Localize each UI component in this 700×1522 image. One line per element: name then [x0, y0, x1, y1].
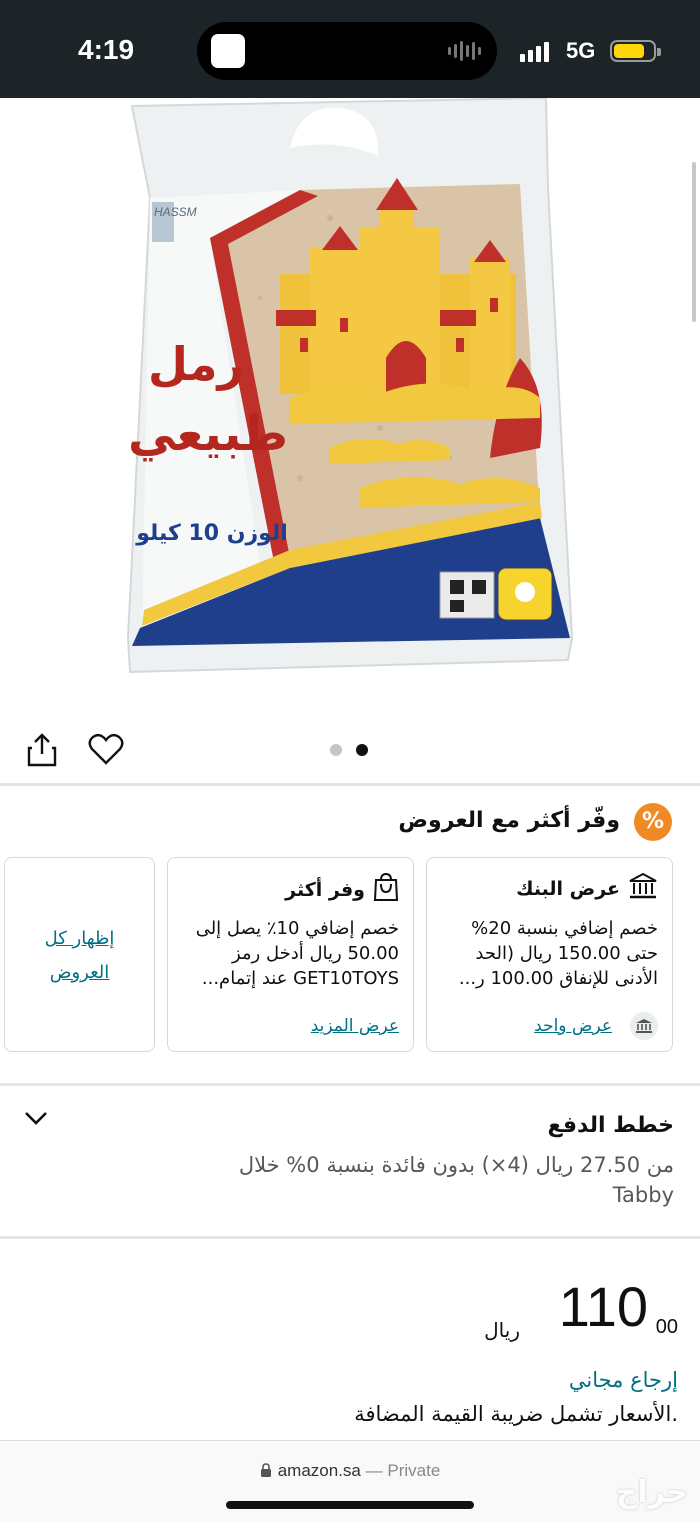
- shopping-bag-icon: [373, 872, 399, 907]
- product-title-line1: رمل: [148, 337, 244, 391]
- browsing-mode: Private: [387, 1461, 441, 1480]
- bank-offer-link[interactable]: عرض واحد: [534, 1016, 612, 1036]
- battery-icon: [610, 40, 661, 62]
- browser-address-bar[interactable]: amazon.sa — Private حراج: [0, 1440, 700, 1522]
- lock-icon: [260, 1463, 272, 1483]
- all-offers-card[interactable]: إظهار كل العروض: [4, 857, 155, 1052]
- bank-offer-text: خصم إضافي بنسبة 20% حتى 150.00 ريال (الح…: [458, 918, 658, 989]
- scroll-indicator: [692, 162, 696, 322]
- divider: [0, 1236, 700, 1239]
- product-image[interactable]: HASSM رمل طبيعي الوزن 10 كيلو: [0, 96, 700, 718]
- payment-plans-title[interactable]: خطط الدفع: [548, 1113, 674, 1138]
- battery-level: [614, 44, 644, 58]
- bank-small-icon: [630, 1012, 658, 1040]
- price-currency: ريال: [484, 1318, 520, 1342]
- url-row[interactable]: amazon.sa — Private: [0, 1461, 700, 1483]
- save-more-title: وفر أكثر: [285, 878, 365, 901]
- bank-offer-title: عرض البنك: [516, 877, 620, 900]
- divider: [0, 1083, 700, 1086]
- url-domain: amazon.sa: [277, 1461, 361, 1480]
- price-fraction: 00: [655, 1316, 678, 1338]
- offers-title: وفّر أكثر مع العروض: [398, 808, 620, 833]
- divider: [0, 783, 700, 786]
- product-weight-label: الوزن 10 كيلو: [135, 521, 288, 546]
- offers-percent-icon: %: [634, 803, 672, 841]
- signal-icon: [520, 40, 549, 62]
- dynamic-island: [197, 22, 497, 80]
- home-indicator[interactable]: [226, 1501, 474, 1509]
- free-return-link[interactable]: إرجاع مجاني: [569, 1368, 678, 1392]
- image-actions: [0, 718, 700, 782]
- price-whole: 110: [558, 1275, 648, 1338]
- price: 00 110 ريال: [378, 1270, 678, 1370]
- gallery-dot-active[interactable]: [356, 744, 368, 756]
- product-brand: HASSM: [154, 205, 197, 219]
- watermark: حراج: [615, 1475, 688, 1510]
- product-title-line2: طبيعي: [128, 406, 288, 462]
- save-more-text: خصم إضافي 10٪ يصل إلى 50.00 ريال أدخل رم…: [195, 918, 399, 989]
- gallery-dots: [330, 744, 368, 756]
- heart-icon[interactable]: [88, 732, 124, 770]
- payment-plans-description: من 27.50 ريال (4×) بدون فائدة بنسبة 0% خ…: [238, 1153, 674, 1207]
- vat-note: .الأسعار تشمل ضريبة القيمة المضافة: [354, 1402, 678, 1426]
- show-all-offers-link[interactable]: إظهار كل العروض: [25, 922, 134, 990]
- save-more-link[interactable]: عرض المزيد: [311, 1016, 399, 1036]
- share-icon[interactable]: [26, 732, 58, 772]
- bank-icon: [628, 872, 658, 905]
- activity-icon: [211, 34, 245, 68]
- gallery-dot[interactable]: [330, 744, 342, 756]
- chevron-down-icon[interactable]: [24, 1110, 48, 1130]
- status-bar: 4:19 5G: [0, 0, 700, 98]
- url-separator: —: [365, 1461, 383, 1480]
- network-type: 5G: [566, 38, 596, 63]
- bank-offer-card[interactable]: عرض البنك خصم إضافي بنسبة 20% حتى 150.00…: [426, 857, 673, 1052]
- status-time: 4:19: [78, 34, 135, 65]
- save-more-card[interactable]: وفر أكثر خصم إضافي 10٪ يصل إلى 50.00 ريا…: [167, 857, 414, 1052]
- audio-wave-icon: [448, 40, 481, 62]
